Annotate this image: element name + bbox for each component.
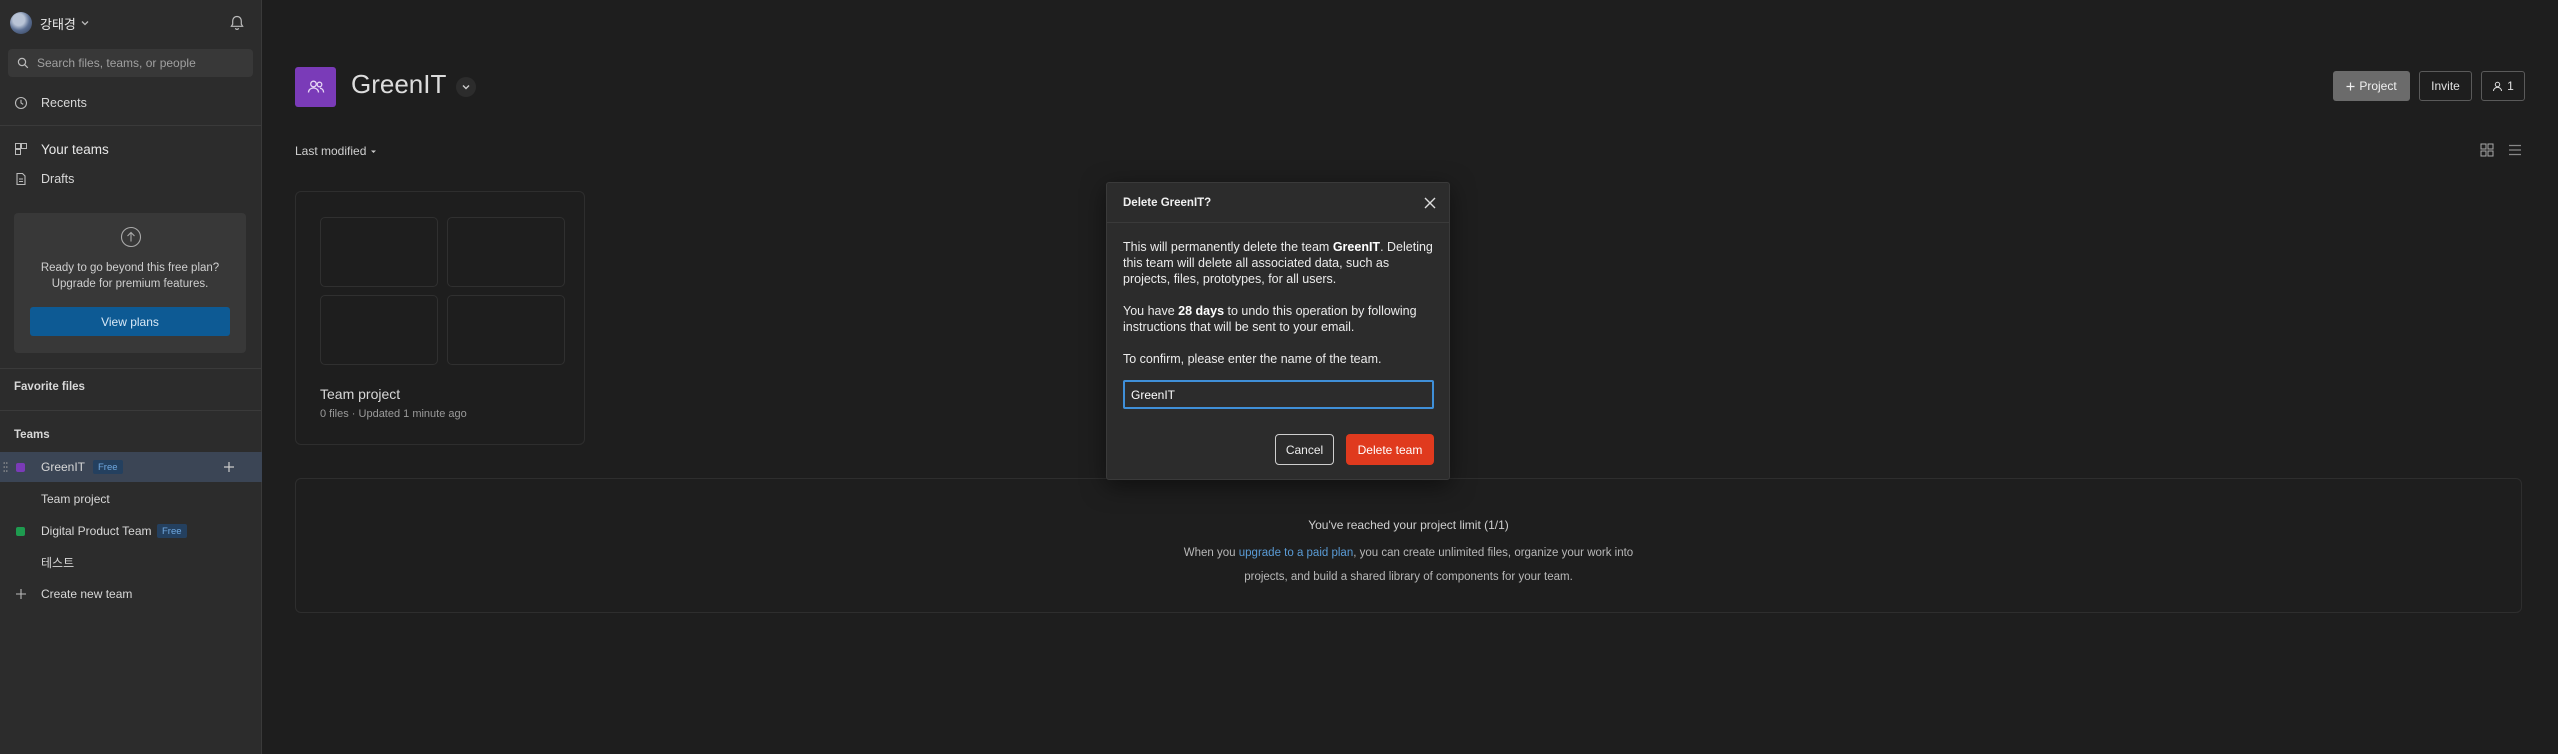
avatar xyxy=(10,12,32,34)
team-item-test[interactable]: 테스트 xyxy=(0,547,262,577)
favorite-files-heading: Favorite files xyxy=(14,381,85,393)
project-limit-notice: You've reached your project limit (1/1) … xyxy=(295,478,2522,613)
delete-team-dialog: Delete GreenIT? This will permanently de… xyxy=(1106,182,1450,480)
invite-button[interactable]: Invite xyxy=(2419,71,2472,101)
divider xyxy=(0,368,262,369)
file-thumbnail-placeholder xyxy=(320,295,438,365)
search-icon xyxy=(17,57,29,69)
text: This will permanently delete the team xyxy=(1123,240,1333,254)
plus-icon xyxy=(2346,82,2355,90)
dialog-title: Delete GreenIT? xyxy=(1123,197,1212,209)
dialog-body: This will permanently delete the team Gr… xyxy=(1123,239,1437,383)
team-color-swatch xyxy=(16,526,25,536)
sidebar-item-label: Recents xyxy=(41,96,87,110)
file-thumbnail-placeholder xyxy=(320,217,438,287)
team-options-button[interactable] xyxy=(456,77,476,97)
clock-icon xyxy=(14,96,28,110)
dialog-paragraph-1: This will permanently delete the team Gr… xyxy=(1123,239,1437,287)
upgrade-panel: Ready to go beyond this free plan? Upgra… xyxy=(14,213,246,353)
team-name: Digital Product Team xyxy=(41,524,152,538)
members-count: 1 xyxy=(2507,79,2514,93)
chevron-down-icon xyxy=(462,85,470,90)
divider xyxy=(0,125,262,126)
project-title: Team project xyxy=(320,386,401,402)
sidebar-item-recents[interactable]: Recents xyxy=(0,89,262,117)
create-new-team-button[interactable]: Create new team xyxy=(0,579,262,609)
file-thumbnail-placeholder xyxy=(447,217,565,287)
drag-handle-icon[interactable] xyxy=(3,461,8,473)
new-project-button[interactable]: Project xyxy=(2333,71,2410,101)
team-name: GreenIT xyxy=(41,460,86,474)
limit-text: When you upgrade to a paid plan, you can… xyxy=(296,541,2521,589)
limit-text-line2: projects, and build a shared library of … xyxy=(1244,571,1573,583)
team-item-team-project[interactable]: Team project xyxy=(0,484,262,514)
plus-icon[interactable] xyxy=(223,461,235,473)
sidebar-item-drafts[interactable]: Drafts xyxy=(0,165,262,193)
limit-text-after: , you can create unlimited files, organi… xyxy=(1353,547,1634,559)
sort-dropdown[interactable]: Last modified xyxy=(295,144,377,158)
chevron-down-icon xyxy=(81,21,89,26)
team-avatar xyxy=(295,67,336,107)
grid-view-icon[interactable] xyxy=(2478,141,2496,159)
caret-down-icon xyxy=(371,150,377,153)
project-meta: 0 files · Updated 1 minute ago xyxy=(320,408,467,420)
plus-icon xyxy=(16,589,26,599)
list-view-icon[interactable] xyxy=(2506,141,2524,159)
delete-team-button[interactable]: Delete team xyxy=(1346,434,1434,465)
user-name: 강태경 xyxy=(40,16,76,32)
team-name: Team project xyxy=(41,492,110,506)
members-button[interactable]: 1 xyxy=(2481,71,2525,101)
team-name: 테스트 xyxy=(41,555,75,570)
teams-grid-icon xyxy=(15,143,27,155)
sidebar-item-label: Drafts xyxy=(41,172,75,186)
limit-text-before: When you xyxy=(1183,547,1239,559)
sidebar-item-your-teams[interactable]: Your teams xyxy=(0,135,262,163)
search-bar[interactable] xyxy=(8,49,253,77)
upgrade-link[interactable]: upgrade to a paid plan xyxy=(1239,547,1353,559)
file-thumbnail-placeholder xyxy=(447,295,565,365)
divider xyxy=(0,410,262,411)
teams-heading: Teams xyxy=(14,429,50,441)
user-icon xyxy=(2493,81,2503,91)
new-project-label: Project xyxy=(2359,79,2397,93)
team-color-swatch xyxy=(16,462,25,472)
upgrade-line-2: Upgrade for premium features. xyxy=(51,278,209,290)
dialog-paragraph-3: To confirm, please enter the name of the… xyxy=(1123,352,1382,366)
team-name-confirm-input[interactable] xyxy=(1123,380,1434,409)
page-title: GreenIT xyxy=(351,69,447,99)
sidebar-item-label: Your teams xyxy=(41,141,109,157)
plan-badge: Free xyxy=(157,524,187,538)
file-icon xyxy=(16,172,26,186)
plan-badge: Free xyxy=(93,460,123,474)
create-team-label: Create new team xyxy=(41,587,133,601)
upgrade-text: Ready to go beyond this free plan? Upgra… xyxy=(14,260,246,292)
people-icon xyxy=(307,80,324,93)
dialog-header: Delete GreenIT? xyxy=(1107,183,1449,223)
team-item-digital-product-team[interactable]: Digital Product Team Free xyxy=(0,516,262,546)
sort-label: Last modified xyxy=(295,144,367,158)
text: You have xyxy=(1123,304,1179,318)
close-icon[interactable] xyxy=(1422,195,1438,211)
team-item-greenit[interactable]: GreenIT Free xyxy=(0,452,262,482)
team-name-strong: GreenIT xyxy=(1332,240,1381,254)
dialog-paragraph-2: You have 28 days to undo this operation … xyxy=(1123,303,1437,335)
upgrade-line-1: Ready to go beyond this free plan? xyxy=(40,262,220,274)
project-card[interactable]: Team project 0 files · Updated 1 minute … xyxy=(295,191,585,445)
bell-icon[interactable] xyxy=(228,14,246,32)
sidebar: 강태경 Recents Your teams Drafts Ready to g… xyxy=(0,0,262,754)
days-strong: 28 days xyxy=(1178,304,1225,318)
limit-title: You've reached your project limit (1/1) xyxy=(1308,518,1509,532)
search-input[interactable] xyxy=(37,56,237,70)
view-plans-button[interactable]: View plans xyxy=(30,307,230,336)
arrow-up-circle-icon xyxy=(120,226,142,248)
user-menu[interactable]: 강태경 xyxy=(10,12,90,34)
cancel-button[interactable]: Cancel xyxy=(1275,434,1334,465)
